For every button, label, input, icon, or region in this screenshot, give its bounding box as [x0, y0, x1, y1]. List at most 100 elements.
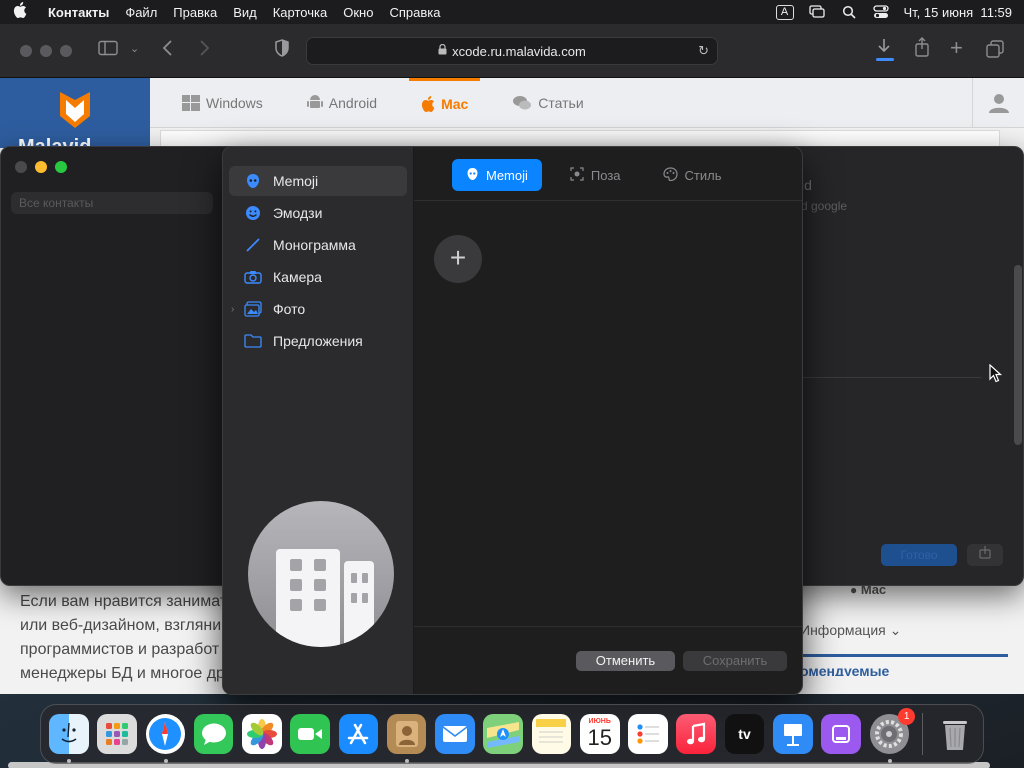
site-nav-mac[interactable]: Mac	[409, 77, 481, 128]
picker-sidebar-item-emoji[interactable]: Эмодзи	[229, 198, 407, 228]
article-line: или веб-дизайном, взгляни	[20, 617, 222, 634]
chat-icon	[513, 95, 532, 109]
folder-icon	[243, 334, 263, 348]
menu-view[interactable]: Вид	[225, 5, 265, 20]
zoom-icon[interactable]	[60, 45, 72, 57]
close-icon[interactable]	[15, 161, 27, 173]
dock-podcasts[interactable]	[821, 714, 861, 754]
facetime-icon	[298, 728, 323, 740]
dock-messages[interactable]	[193, 714, 234, 754]
picker-sidebar-item-monogram[interactable]: Монограмма	[229, 230, 407, 260]
tab-memoji[interactable]: Memoji	[452, 159, 542, 191]
menu-file[interactable]: Файл	[117, 5, 165, 20]
dock-maps[interactable]	[483, 714, 523, 754]
dock-launchpad[interactable]	[97, 714, 137, 754]
add-memoji-button[interactable]: +	[434, 235, 482, 283]
menubar-clock[interactable]: Чт, 15 июня 11:59	[904, 5, 1013, 20]
picker-sidebar-item-memoji[interactable]: Memoji	[229, 166, 407, 196]
divider	[801, 377, 981, 378]
forward-icon[interactable]	[198, 39, 210, 62]
close-icon[interactable]	[20, 45, 32, 57]
menu-app-contacts[interactable]: Контакты	[40, 5, 117, 20]
running-indicator	[404, 759, 409, 763]
messages-icon	[201, 723, 226, 745]
tab-label: Memoji	[486, 167, 528, 183]
dock-trash[interactable]	[935, 714, 975, 754]
privacy-shield-icon[interactable]	[275, 39, 289, 62]
dock-notes[interactable]	[531, 714, 572, 754]
contacts-scrollbar[interactable]	[1014, 265, 1022, 445]
done-button[interactable]: Готово	[881, 544, 957, 566]
picker-sidebar-item-camera[interactable]: Камера	[229, 262, 407, 292]
memoji-icon	[243, 173, 263, 189]
site-nav: Windows Android Mac Статьи	[150, 77, 1024, 128]
site-nav-android[interactable]: Android	[295, 78, 389, 128]
picker-sidebar: Memoji Эмодзи Монограмма Камера › Фото П…	[223, 147, 414, 694]
dock-music[interactable]	[676, 714, 717, 754]
building-icon	[276, 549, 374, 647]
dock-app-store[interactable]	[338, 714, 379, 754]
cancel-button[interactable]: Отменить	[576, 651, 675, 671]
menu-edit[interactable]: Правка	[165, 5, 225, 20]
input-source-label: A	[775, 4, 794, 20]
tab-overview-icon[interactable]	[986, 40, 1004, 63]
chevron-right-icon[interactable]: ›	[231, 304, 234, 315]
reminders-icon	[637, 724, 659, 744]
dock-contacts[interactable]	[386, 714, 427, 763]
sidebar-info-dropdown[interactable]: Информация ⌄	[800, 622, 901, 639]
chevron-down-icon[interactable]: ⌄	[130, 42, 139, 55]
user-account-icon[interactable]	[972, 78, 1024, 128]
minimize-icon[interactable]	[35, 161, 47, 173]
notes-icon	[536, 719, 567, 743]
avatar-preview[interactable]	[248, 501, 394, 647]
site-logo[interactable]: Malavid	[0, 78, 150, 148]
tab-style[interactable]: Стиль	[649, 159, 736, 191]
pencil-icon	[243, 237, 263, 253]
sidebar-recommended-text: омендуемые	[800, 663, 890, 676]
back-icon[interactable]	[162, 39, 174, 62]
picker-sidebar-label: Камера	[273, 269, 322, 285]
new-tab-icon[interactable]: +	[950, 37, 963, 59]
dock-reminders[interactable]	[628, 714, 668, 754]
running-indicator	[163, 759, 168, 763]
picker-sidebar-item-photos[interactable]: › Фото	[229, 294, 407, 324]
share-icon[interactable]	[914, 37, 930, 62]
control-center-icon[interactable]	[872, 4, 890, 20]
tab-label: Стиль	[684, 167, 722, 183]
running-indicator	[887, 759, 892, 763]
input-source-icon[interactable]: A	[775, 4, 794, 20]
dock-keynote[interactable]	[772, 714, 813, 754]
picker-sidebar-item-suggestions[interactable]: Предложения	[229, 326, 407, 356]
android-icon	[306, 94, 323, 108]
contacts-search-field[interactable]: Все контакты	[11, 192, 213, 214]
menu-help[interactable]: Справка	[381, 5, 448, 20]
dock-photos[interactable]	[242, 714, 282, 754]
reload-icon[interactable]: ↻	[698, 43, 709, 59]
share-button[interactable]	[967, 544, 1003, 566]
apple-menu-icon[interactable]	[0, 2, 40, 22]
contacts-window-controls	[15, 161, 67, 173]
menu-window[interactable]: Окно	[335, 5, 381, 20]
spotlight-search-icon[interactable]	[840, 4, 858, 20]
site-nav-articles[interactable]: Статьи	[500, 78, 595, 128]
menu-card[interactable]: Карточка	[265, 5, 335, 20]
zoom-icon[interactable]	[55, 161, 67, 173]
trash-icon	[942, 721, 967, 750]
sidebar-toggle-icon[interactable]	[98, 40, 118, 61]
dock-mail[interactable]	[435, 714, 475, 754]
dock-facetime[interactable]	[290, 714, 330, 754]
article-text: Если вам нравится занимат или веб-дизайн…	[20, 590, 230, 686]
dock-tv[interactable]: tv	[724, 714, 765, 754]
minimize-icon[interactable]	[40, 45, 52, 57]
screen-mirroring-icon[interactable]	[808, 4, 826, 20]
podcasts-icon	[832, 725, 851, 743]
dock-system-settings[interactable]: 1	[869, 708, 916, 763]
address-bar[interactable]: xcode.ru.malavida.com ↻	[306, 37, 718, 65]
dock-finder[interactable]	[49, 714, 89, 763]
dock-calendar[interactable]: ИЮНЬ 15	[579, 714, 620, 754]
site-nav-windows[interactable]: Windows	[170, 78, 275, 128]
picker-sidebar-label: Предложения	[273, 333, 363, 349]
save-button[interactable]: Сохранить	[683, 651, 787, 671]
tab-pose[interactable]: Поза	[556, 159, 635, 191]
dock-safari[interactable]	[145, 714, 186, 763]
